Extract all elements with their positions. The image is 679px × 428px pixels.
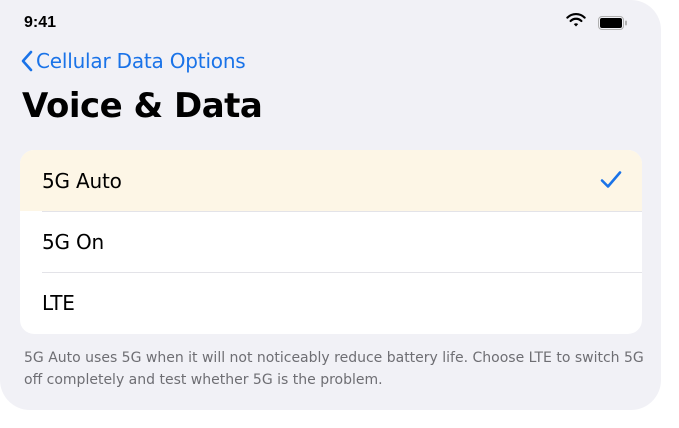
network-mode-list: 5G Auto 5G On LTE bbox=[20, 150, 642, 334]
checkmark-icon bbox=[600, 171, 622, 188]
status-bar: 9:41 bbox=[0, 0, 661, 44]
settings-screen: 9:41 Cellular Data Options Voice & Data … bbox=[0, 0, 661, 410]
status-time: 9:41 bbox=[24, 14, 57, 31]
option-5g-on[interactable]: 5G On bbox=[20, 211, 642, 272]
page-title: Voice & Data bbox=[22, 86, 263, 126]
chevron-left-icon bbox=[21, 50, 33, 72]
option-lte[interactable]: LTE bbox=[20, 272, 642, 333]
footer-note: 5G Auto uses 5G when it will not noticea… bbox=[24, 350, 644, 388]
back-button[interactable]: Cellular Data Options bbox=[20, 48, 246, 74]
option-label: LTE bbox=[42, 290, 75, 315]
battery-icon bbox=[598, 16, 627, 30]
back-button-label: Cellular Data Options bbox=[36, 49, 246, 73]
option-5g-auto[interactable]: 5G Auto bbox=[20, 150, 642, 211]
option-label: 5G On bbox=[42, 229, 104, 254]
option-label: 5G Auto bbox=[42, 168, 122, 193]
wifi-icon bbox=[566, 13, 586, 27]
